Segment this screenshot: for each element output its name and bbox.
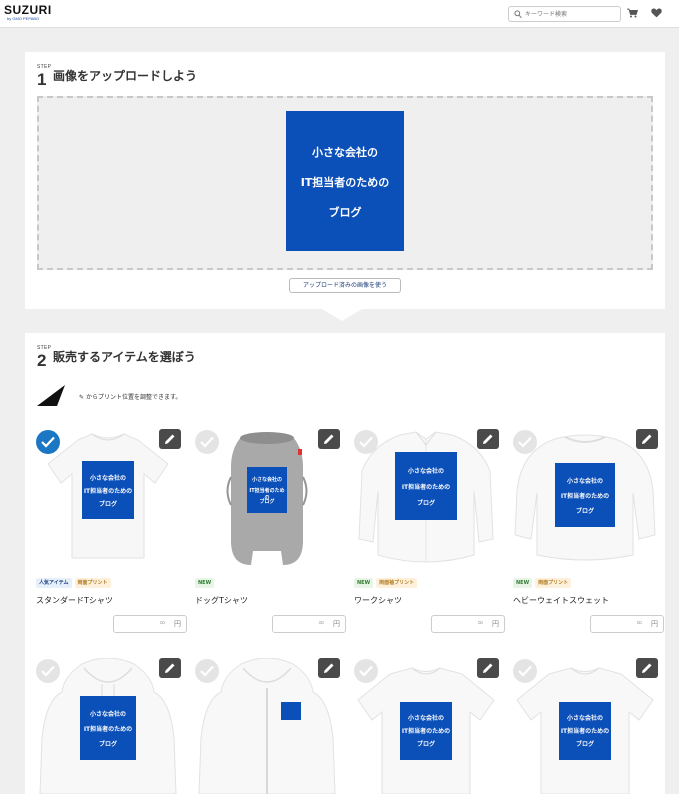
edit-pencil-button[interactable] bbox=[318, 429, 340, 449]
edit-pencil-button[interactable] bbox=[636, 429, 658, 449]
edit-pencil-button[interactable] bbox=[477, 429, 499, 449]
suzuri-logo[interactable]: SUZURI bbox=[4, 4, 52, 16]
unselected-check-icon[interactable] bbox=[195, 430, 219, 454]
product-card[interactable]: 小さな会社の IT担当者のための ブログ 人気アイテム 両面プリント スタンダード… bbox=[32, 429, 187, 639]
unselected-check-icon[interactable] bbox=[36, 659, 60, 683]
step1-panel: STEP 1 画像をアップロードしよう 小さな会社の IT担当者のための ブログ… bbox=[25, 52, 665, 309]
price-input[interactable]: ∞ 円 bbox=[431, 615, 505, 633]
pencil-icon bbox=[483, 663, 493, 673]
search-input[interactable] bbox=[525, 9, 617, 20]
printed-design: 小さな会社の IT担当者のための ブログ bbox=[400, 702, 452, 760]
badge-double-print: 両面プリント bbox=[535, 578, 572, 588]
product-card[interactable]: 小さな会社の IT担当者のための ブログ bbox=[350, 658, 502, 794]
unselected-check-icon[interactable] bbox=[354, 430, 378, 454]
unselected-check-icon[interactable] bbox=[354, 659, 378, 683]
pencil-icon bbox=[165, 663, 175, 673]
cart-icon[interactable] bbox=[627, 8, 638, 18]
edit-pencil-button[interactable] bbox=[477, 658, 499, 678]
print-position-hint: ✎ からプリント位置を調整できます。 bbox=[37, 385, 237, 407]
product-card[interactable]: 小さな会社の IT担当者のための ブログ bbox=[32, 658, 184, 794]
unselected-check-icon[interactable] bbox=[195, 659, 219, 683]
printed-design: 小さな会社の IT担当者のための ブログ bbox=[555, 463, 615, 527]
use-uploaded-image-button[interactable]: アップロード済みの画像を使う bbox=[289, 278, 401, 293]
badge-double-print: 両面プリント bbox=[74, 578, 111, 588]
product-name: ヘビーウェイトスウェット bbox=[513, 596, 609, 605]
product-name: スタンダードTシャツ bbox=[36, 596, 113, 605]
edit-pencil-button[interactable] bbox=[159, 429, 181, 449]
price-input[interactable]: ∞ 円 bbox=[113, 615, 187, 633]
pointer-arrow-icon bbox=[37, 385, 65, 406]
printed-design: 小さな会社の IT担当者のための ブログ bbox=[82, 461, 134, 519]
step1-number: 1 bbox=[37, 70, 47, 89]
printed-design: 小さな会社の IT担当者のための ブログ bbox=[247, 467, 287, 513]
product-card[interactable]: 小さな会社の IT担当者のための ブログ bbox=[509, 658, 661, 794]
printed-design: 小さな会社の IT担当者のための ブログ bbox=[80, 696, 136, 760]
search-box[interactable] bbox=[508, 6, 621, 22]
site-header: SUZURI by GMO PEPABO bbox=[0, 0, 679, 28]
product-name: ワークシャツ bbox=[354, 596, 402, 605]
yen-icon: 円 bbox=[333, 620, 340, 628]
edit-pencil-button[interactable] bbox=[159, 658, 181, 678]
printed-design-small bbox=[281, 702, 301, 720]
selected-check-icon[interactable] bbox=[36, 430, 60, 454]
product-card[interactable]: 小さな会社の IT担当者のための ブログ NEW ドッグTシャツ ∞ 円 bbox=[191, 429, 346, 639]
yen-icon: 円 bbox=[174, 620, 181, 628]
product-card[interactable]: 小さな会社の IT担当者のための ブログ NEW 両面袖プリント ワークシャツ ∞… bbox=[350, 429, 505, 639]
product-card[interactable]: 小さな会社の IT担当者のための ブログ NEW 両面プリント ヘビーウェイトスウ… bbox=[509, 429, 664, 639]
step2-title: 販売するアイテムを選ぼう bbox=[53, 350, 196, 364]
unselected-check-icon[interactable] bbox=[513, 659, 537, 683]
pencil-icon bbox=[642, 434, 652, 444]
printed-design: 小さな会社の IT担当者のための ブログ bbox=[559, 702, 611, 760]
step2-panel: STEP 2 販売するアイテムを選ぼう ✎ からプリント位置を調整できます。 小さ… bbox=[25, 333, 665, 794]
step2-number: 2 bbox=[37, 351, 47, 370]
edit-pencil-button[interactable] bbox=[636, 658, 658, 678]
uploaded-design: 小さな会社の IT担当者のための ブログ bbox=[286, 111, 404, 251]
badge-popular: 人気アイテム bbox=[36, 578, 72, 588]
badge-new: NEW bbox=[354, 578, 374, 588]
printed-design: 小さな会社の IT担当者のための ブログ bbox=[395, 452, 457, 520]
product-badges: 人気アイテム 両面プリント bbox=[36, 578, 114, 589]
step1-title: 画像をアップロードしよう bbox=[53, 69, 198, 83]
design-line: ブログ bbox=[328, 206, 362, 219]
hint-text: からプリント位置を調整できます。 bbox=[86, 394, 182, 401]
pencil-icon bbox=[324, 434, 334, 444]
price-input[interactable]: ∞ 円 bbox=[272, 615, 346, 633]
pencil-icon bbox=[483, 434, 493, 444]
price-input[interactable]: ∞ 円 bbox=[590, 615, 664, 633]
design-line: IT担当者のための bbox=[300, 176, 390, 189]
edit-pencil-button[interactable] bbox=[318, 658, 340, 678]
pencil-icon bbox=[165, 434, 175, 444]
image-dropzone[interactable]: 小さな会社の IT担当者のための ブログ bbox=[37, 96, 653, 270]
step-arrow bbox=[322, 309, 362, 321]
pencil-icon bbox=[642, 663, 652, 673]
unselected-check-icon[interactable] bbox=[513, 430, 537, 454]
heart-icon[interactable] bbox=[651, 8, 662, 18]
product-badges: NEW 両面プリント bbox=[513, 578, 574, 589]
yen-icon: 円 bbox=[492, 620, 499, 628]
badge-new: NEW bbox=[513, 578, 533, 588]
pencil-icon bbox=[324, 663, 334, 673]
design-line: 小さな会社の bbox=[312, 146, 378, 159]
product-badges: NEW 両面袖プリント bbox=[354, 578, 420, 589]
product-name: ドッグTシャツ bbox=[195, 596, 248, 605]
yen-icon: 円 bbox=[651, 620, 658, 628]
product-card[interactable] bbox=[191, 658, 343, 794]
product-badges: NEW bbox=[195, 578, 217, 589]
logo-subtext: by GMO PEPABO bbox=[7, 16, 40, 21]
badge-double-sleeve-print: 両面袖プリント bbox=[376, 578, 418, 588]
pencil-icon: ✎ bbox=[79, 394, 85, 401]
badge-new: NEW bbox=[195, 578, 215, 588]
search-icon bbox=[514, 10, 522, 19]
